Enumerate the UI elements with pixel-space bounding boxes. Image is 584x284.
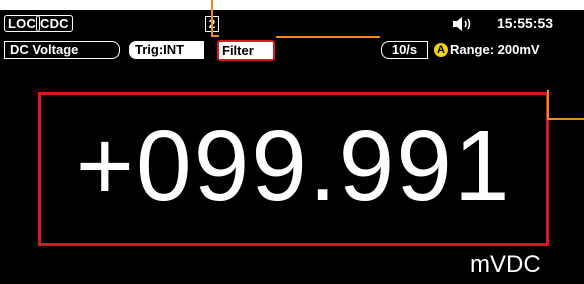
function-indicator[interactable]: DC Voltage xyxy=(4,41,120,59)
measurement-reading: +099.991 xyxy=(75,110,512,222)
callout-line-filter-tick xyxy=(211,35,219,37)
speaker-icon xyxy=(452,16,474,32)
callout-line-range xyxy=(276,36,380,38)
instrument-screen: LOC CDC 2 15:55:53 DC Voltage Trig:INT F… xyxy=(0,10,584,284)
callout-line-reading xyxy=(547,90,549,120)
local-indicator: LOC xyxy=(4,15,41,32)
filter-indicator[interactable]: Filter xyxy=(217,40,275,61)
callout-line-filter xyxy=(211,0,213,37)
reading-highlight-box: +099.991 xyxy=(38,92,549,246)
clock: 15:55:53 xyxy=(497,15,554,31)
figure: LOC CDC 2 15:55:53 DC Voltage Trig:INT F… xyxy=(0,0,584,284)
rate-indicator[interactable]: 10/s xyxy=(381,41,428,59)
trigger-indicator[interactable]: Trig:INT xyxy=(129,41,204,59)
callout-line-reading-tick xyxy=(547,118,584,120)
measurement-unit: mVDC xyxy=(470,251,541,278)
range-indicator[interactable]: Range: 200mV xyxy=(450,41,584,59)
cdc-indicator: CDC xyxy=(36,15,73,32)
auto-range-icon: A xyxy=(434,43,448,57)
